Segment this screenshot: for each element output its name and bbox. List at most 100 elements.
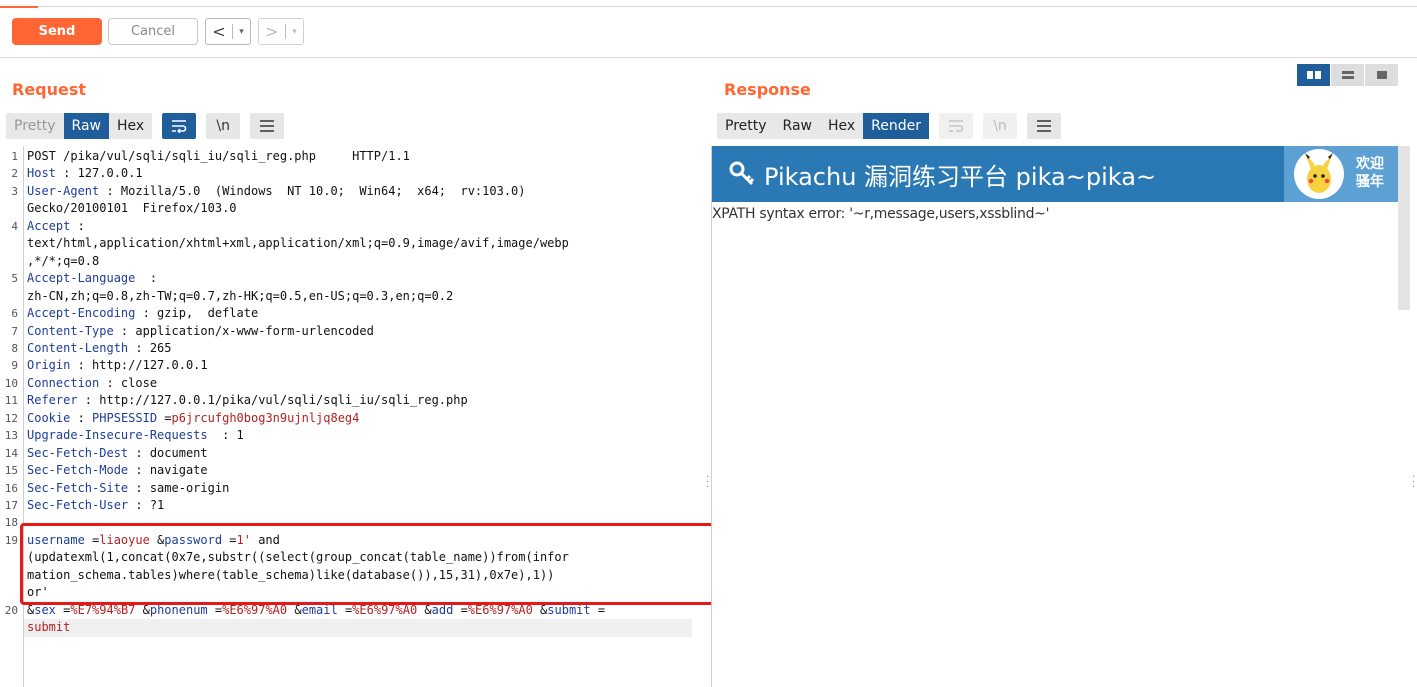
- chevron-right-icon: >: [265, 22, 279, 41]
- tab-pretty[interactable]: Pretty: [6, 113, 64, 139]
- code-key: Sec-Fetch-Dest: [27, 445, 129, 460]
- code-line: 5 Accept-Language :: [0, 270, 706, 287]
- code-text: Sec-Fetch-Dest : document: [27, 445, 208, 462]
- code-text: POST /pika/vul/sqli/sqli_iu/sqli_reg.php…: [27, 148, 410, 165]
- banner-user-area: 欢迎 骚年: [1284, 146, 1398, 202]
- code-text: submit: [27, 619, 70, 636]
- wrap-icon[interactable]: [162, 113, 197, 139]
- newline-icon[interactable]: \n: [206, 113, 241, 139]
- send-button[interactable]: Send: [12, 18, 102, 45]
- code-line: 16 Sec-Fetch-Site : same-origin: [0, 480, 706, 497]
- line-number: 8: [11, 341, 18, 355]
- tab-hex[interactable]: Hex: [819, 113, 864, 139]
- chevron-down-icon[interactable]: ▾: [286, 27, 303, 37]
- tab-raw[interactable]: Raw: [63, 113, 109, 139]
- tab-pretty[interactable]: Pretty: [717, 113, 775, 139]
- code-line: Gecko/20100101 Firefox/103.0: [0, 200, 706, 217]
- code-token: : 127.0.0.1: [55, 166, 143, 181]
- single-icon[interactable]: [1365, 64, 1398, 86]
- stacked-icon[interactable]: [1331, 64, 1364, 86]
- code-text: Sec-Fetch-Mode : navigate: [27, 462, 208, 479]
- code-key: Accept-Language: [27, 271, 136, 286]
- code-text: Accept :: [27, 218, 85, 235]
- side-by-side-icon[interactable]: [1297, 64, 1330, 86]
- code-token: Gecko/20100101 Firefox/103.0: [27, 201, 237, 216]
- code-key: Content-Type: [27, 323, 114, 338]
- response-scrollbar[interactable]: [1398, 146, 1410, 310]
- line-number: 14: [4, 446, 18, 460]
- newline-icon: \n: [983, 113, 1018, 139]
- code-text: Sec-Fetch-User : ?1: [27, 497, 164, 514]
- code-text: Connection : close: [27, 375, 157, 392]
- code-token: : application/x-www-form-urlencoded: [113, 323, 374, 338]
- code-token: :: [70, 218, 85, 233]
- request-view-tabs: Pretty Raw Hex: [6, 113, 153, 139]
- code-line: 14 Sec-Fetch-Dest : document: [0, 445, 706, 462]
- code-key: Sec-Fetch-Site: [27, 480, 129, 495]
- code-line: 9 Origin : http://127.0.0.1: [0, 357, 706, 374]
- code-key: Cookie: [27, 410, 71, 425]
- pikachu-banner: Pikachu 漏洞练习平台 pika~pika~ 欢迎 骚年: [712, 146, 1398, 202]
- response-title: Response: [724, 80, 811, 99]
- code-token: : http://127.0.0.1: [70, 358, 208, 373]
- menu-icon[interactable]: [250, 113, 285, 139]
- line-number: 15: [4, 464, 18, 478]
- request-editor[interactable]: 1 POST /pika/vul/sqli/sqli_iu/sqli_reg.ph…: [0, 146, 706, 687]
- cancel-button[interactable]: Cancel: [108, 18, 198, 45]
- code-token: : ?1: [128, 498, 165, 512]
- resize-grip-icon[interactable]: · · ·: [706, 473, 710, 493]
- tab-hex[interactable]: Hex: [108, 113, 153, 139]
- code-text: Content-Length : 265: [27, 340, 172, 357]
- top-tab-strip: [0, 0, 1417, 8]
- chevron-left-icon: <: [212, 22, 226, 41]
- code-token: POST /pika/vul/sqli/sqli_iu/sqli_reg.php…: [27, 149, 410, 163]
- key-icon: [729, 161, 755, 186]
- code-key: Content-Length: [27, 340, 129, 355]
- code-key: User-Agent: [27, 183, 100, 198]
- history-back-button[interactable]: < ▾: [205, 18, 251, 45]
- code-value: p6jrcufgh0bog3n9ujnljq8eg4: [171, 410, 360, 425]
- code-token: :: [70, 410, 93, 425]
- code-text: Accept-Encoding : gzip, deflate: [27, 305, 258, 322]
- chevron-down-icon[interactable]: ▾: [233, 27, 250, 37]
- request-title: Request: [12, 80, 87, 99]
- code-text: Content-Type : application/x-www-form-ur…: [27, 323, 374, 340]
- code-key: Referer: [27, 393, 78, 408]
- banner-title: Pikachu 漏洞练习平台 pika~pika~: [764, 163, 1157, 191]
- code-key: Host: [27, 166, 56, 181]
- code-key: Upgrade-Insecure-Requests: [27, 428, 208, 443]
- code-line: 1 POST /pika/vul/sqli/sqli_iu/sqli_reg.ph…: [0, 148, 706, 165]
- response-tabbar: Pretty Raw Hex Render \n: [717, 113, 1062, 139]
- code-token: :: [135, 271, 158, 286]
- code-text: Accept-Language :: [27, 270, 157, 287]
- line-number: 11: [4, 394, 18, 408]
- code-token: : navigate: [128, 463, 208, 478]
- line-number: 4: [11, 219, 18, 233]
- code-line: 13 Upgrade-Insecure-Requests : 1: [0, 427, 706, 444]
- line-number: 6: [11, 307, 18, 321]
- menu-icon[interactable]: [1027, 113, 1062, 139]
- line-number: 9: [11, 359, 18, 373]
- line-number: 10: [4, 376, 18, 390]
- tab-raw[interactable]: Raw: [774, 113, 820, 139]
- code-text: Cookie : PHPSESSID =p6jrcufgh0bog3n9ujnl…: [27, 410, 359, 427]
- tab-render[interactable]: Render: [863, 113, 930, 139]
- history-forward-button[interactable]: > ▾: [258, 18, 304, 45]
- line-number: 20: [4, 603, 18, 617]
- line-number: 12: [4, 411, 18, 425]
- code-token: : 1: [207, 428, 244, 443]
- xpath-error-text: XPATH syntax error: '~r,message,users,xs…: [712, 206, 1050, 222]
- code-text: Upgrade-Insecure-Requests : 1: [27, 427, 244, 444]
- code-token: text/html,application/xhtml+xml,applicat…: [27, 236, 569, 251]
- line-number: 5: [11, 272, 18, 286]
- code-token: : same-origin: [128, 480, 230, 495]
- code-token: : close: [99, 375, 158, 390]
- line-number: 2: [11, 167, 18, 181]
- code-token: : Mozilla/5.0 (Windows NT 10.0; Win64; x…: [99, 183, 526, 198]
- toolbar: Send Cancel < ▾ > ▾: [0, 7, 1417, 58]
- code-token: =: [157, 410, 172, 425]
- resize-grip-icon[interactable]: · · ·: [1412, 473, 1416, 493]
- code-token: : http://127.0.0.1/pika/vul/sqli/sqli_iu…: [77, 393, 468, 408]
- line-number: 1: [11, 150, 18, 163]
- code-token: : gzip, deflate: [135, 306, 259, 321]
